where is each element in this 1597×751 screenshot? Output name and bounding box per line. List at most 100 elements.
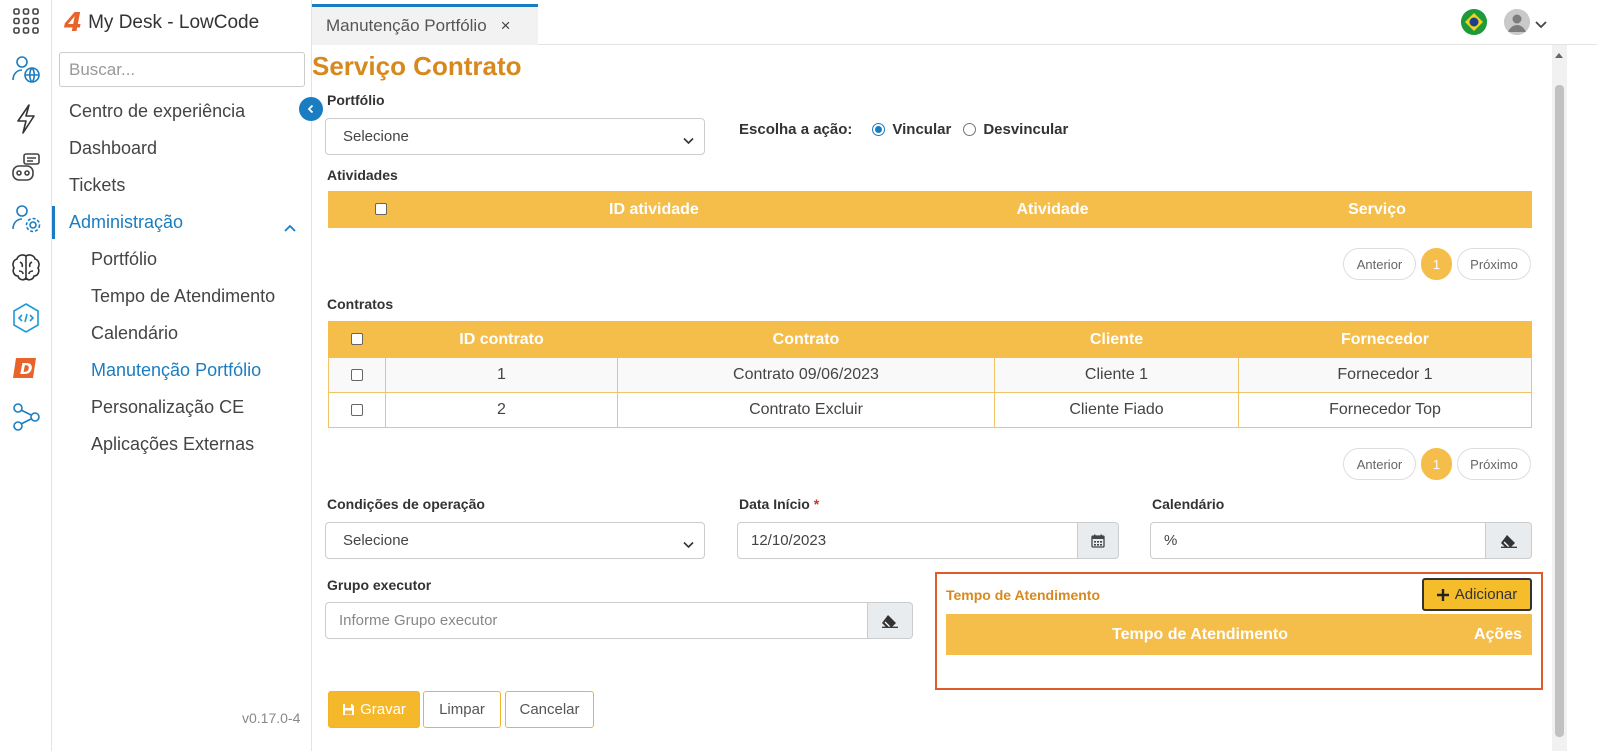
pager-prev-button[interactable]: Anterior xyxy=(1343,448,1416,480)
radio-desvincular[interactable] xyxy=(963,123,977,136)
action-radio-group: Escolha a ação: Vincular Desvincular xyxy=(739,121,1068,138)
col-fornecedor[interactable]: Fornecedor xyxy=(1238,321,1532,358)
panel-title: Tempo de Atendimento xyxy=(946,587,1100,603)
d-brand-icon[interactable]: D xyxy=(8,350,44,386)
radio-desvincular-label[interactable]: Desvincular xyxy=(983,121,1068,138)
sidebar-item-tickets[interactable]: Tickets xyxy=(52,167,312,204)
radio-vincular-label[interactable]: Vincular xyxy=(892,121,951,138)
clear-button[interactable]: Limpar xyxy=(423,691,501,728)
sidebar-item-manutencao-portfolio[interactable]: Manutenção Portfólio xyxy=(52,352,312,389)
sidebar-item-dashboard[interactable]: Dashboard xyxy=(52,130,312,167)
sidebar-item-personalizacao-ce[interactable]: Personalização CE xyxy=(52,389,312,426)
col-servico[interactable]: Serviço xyxy=(1222,191,1532,228)
cell-cliente: Cliente Fiado xyxy=(994,392,1239,428)
required-mark: * xyxy=(813,496,820,512)
condicoes-select[interactable]: Selecione xyxy=(325,522,705,559)
user-settings-icon[interactable] xyxy=(8,200,44,236)
data-inicio-label: Data Início * xyxy=(739,496,819,512)
chevron-down-icon[interactable] xyxy=(1535,16,1547,32)
col-contrato[interactable]: Contrato xyxy=(617,321,995,358)
code-icon[interactable] xyxy=(8,300,44,336)
tab-label: Manutenção Portfólio xyxy=(326,16,487,35)
col-id-atividade[interactable]: ID atividade xyxy=(432,191,883,228)
avatar[interactable] xyxy=(1504,9,1530,35)
share-nodes-icon[interactable] xyxy=(8,399,44,435)
cell-contrato: Contrato Excluir xyxy=(617,392,995,428)
calendario-input[interactable]: % xyxy=(1150,522,1486,559)
tab-manutencao-portfolio[interactable]: Manutenção Portfólio × xyxy=(312,4,538,45)
scrollbar-thumb[interactable] xyxy=(1555,85,1564,737)
lightning-icon[interactable] xyxy=(8,101,44,137)
pager-next-button[interactable]: Próximo xyxy=(1457,248,1531,280)
sidebar-item-calendario[interactable]: Calendário xyxy=(52,315,312,352)
eraser-icon[interactable] xyxy=(1486,522,1532,559)
chatbot-icon[interactable] xyxy=(8,150,44,186)
contratos-label: Contratos xyxy=(327,296,394,312)
atividades-label: Atividades xyxy=(327,167,398,183)
scrollbar[interactable] xyxy=(1552,45,1567,751)
data-inicio-label-text: Data Início xyxy=(739,496,810,512)
calendar-icon[interactable] xyxy=(1078,522,1119,559)
sidebar-item-administracao[interactable]: Administração xyxy=(52,204,312,241)
col-cliente[interactable]: Cliente xyxy=(994,321,1239,358)
main-content: Serviço Contrato Portfólio Selecione Esc… xyxy=(312,45,1552,751)
select-all-checkbox[interactable] xyxy=(374,203,387,216)
row-checkbox[interactable] xyxy=(351,368,363,381)
cell-id: 1 xyxy=(385,357,618,393)
table-row[interactable]: 2 Contrato Excluir Cliente Fiado Fornece… xyxy=(328,392,1532,428)
table-header-row: ID contrato Contrato Cliente Fornecedor xyxy=(328,321,1532,358)
row-select-cell xyxy=(328,357,386,393)
sidebar-collapse-button[interactable] xyxy=(299,97,323,121)
portfolio-label: Portfólio xyxy=(327,92,385,108)
scroll-up-icon[interactable] xyxy=(1555,53,1563,58)
pager-next-button[interactable]: Próximo xyxy=(1457,448,1531,480)
sidebar-search-input[interactable] xyxy=(59,52,305,87)
top-bar: Manutenção Portfólio × xyxy=(312,0,1597,45)
svg-text:D: D xyxy=(20,360,32,378)
floppy-icon xyxy=(343,704,355,715)
save-button[interactable]: Gravar xyxy=(328,691,420,728)
select-all-cell xyxy=(328,321,386,358)
pager-prev-button[interactable]: Anterior xyxy=(1343,248,1416,280)
tempo-table-header: Tempo de Atendimento Ações xyxy=(946,614,1532,655)
sidebar-item-portfolio[interactable]: Portfólio xyxy=(52,241,312,278)
app-brand[interactable]: 4 My Desk - LowCode xyxy=(64,6,259,40)
chevron-up-icon xyxy=(284,216,296,237)
table-row[interactable]: 1 Contrato 09/06/2023 Cliente 1 Forneced… xyxy=(328,357,1532,393)
condicoes-label: Condições de operação xyxy=(327,496,485,512)
row-checkbox[interactable] xyxy=(351,403,363,416)
pager-page-button[interactable]: 1 xyxy=(1421,448,1452,480)
sidebar-item-aplicacoes-externas[interactable]: Aplicações Externas xyxy=(52,426,312,463)
col-tempo-atendimento[interactable]: Tempo de Atendimento xyxy=(1112,626,1288,644)
atividades-table: ID atividade Atividade Serviço xyxy=(328,191,1532,228)
sidebar-item-centro-experiencia[interactable]: Centro de experiência xyxy=(52,93,312,130)
row-select-cell xyxy=(328,392,386,428)
cancel-button[interactable]: Cancelar xyxy=(505,691,594,728)
select-all-checkbox[interactable] xyxy=(351,333,363,346)
pager-page-button[interactable]: 1 xyxy=(1421,248,1452,280)
data-inicio-input[interactable]: 12/10/2023 xyxy=(737,522,1078,559)
col-acoes: Ações xyxy=(1473,626,1522,643)
portfolio-select-value: Selecione xyxy=(343,128,409,145)
grupo-executor-input[interactable]: Informe Grupo executor xyxy=(325,602,868,639)
portfolio-select[interactable]: Selecione xyxy=(325,118,705,155)
radio-vincular[interactable] xyxy=(872,123,886,136)
sidebar-item-tempo-atendimento[interactable]: Tempo de Atendimento xyxy=(52,278,312,315)
chevron-down-icon xyxy=(683,536,694,553)
user-globe-icon[interactable] xyxy=(8,51,44,87)
col-atividade[interactable]: Atividade xyxy=(882,191,1223,228)
brain-icon[interactable] xyxy=(8,250,44,286)
close-icon[interactable]: × xyxy=(501,16,511,36)
col-id-contrato[interactable]: ID contrato xyxy=(385,321,618,358)
apps-grid-icon[interactable] xyxy=(8,3,44,39)
save-button-label: Gravar xyxy=(360,701,406,718)
cell-fornecedor: Fornecedor 1 xyxy=(1238,357,1532,393)
page-title: Serviço Contrato xyxy=(312,51,522,81)
contratos-pager: Anterior 1 Próximo xyxy=(1343,448,1531,480)
brazil-flag-icon[interactable] xyxy=(1461,9,1487,35)
table-header-row: ID atividade Atividade Serviço xyxy=(328,191,1532,228)
cell-fornecedor: Fornecedor Top xyxy=(1238,392,1532,428)
eraser-icon[interactable] xyxy=(868,602,913,639)
sidebar-item-label: Administração xyxy=(69,212,184,232)
add-tempo-button[interactable]: Adicionar xyxy=(1422,578,1532,611)
